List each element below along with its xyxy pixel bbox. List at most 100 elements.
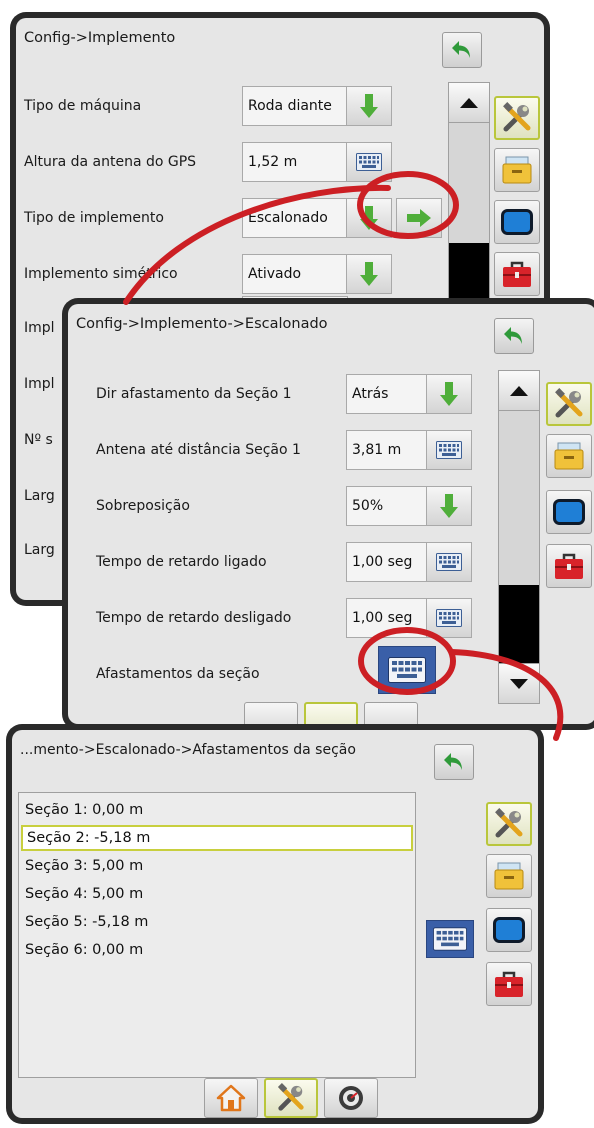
keyboard-icon — [433, 927, 467, 951]
implement-type-next-button[interactable] — [396, 198, 442, 238]
list-item-section-5[interactable]: Seção 5: -5,18 m — [21, 909, 413, 935]
tab-setup-bottom[interactable] — [304, 702, 358, 724]
staggered-config-panel: Config->Implemento->Escalonado Dir afast… — [62, 298, 594, 730]
toolbox-icon — [555, 553, 583, 579]
gps-antenna-height-value[interactable]: 1,52 m — [242, 142, 348, 182]
tab-setup[interactable] — [546, 382, 592, 426]
scrollbar[interactable] — [448, 82, 490, 332]
screen-icon — [553, 499, 585, 525]
keyboard-icon — [436, 441, 462, 459]
list-item-section-6[interactable]: Seção 6: 0,00 m — [21, 937, 413, 963]
tab-home[interactable] — [204, 1078, 258, 1118]
tab-tools[interactable] — [546, 544, 592, 588]
gauge-icon — [339, 1086, 363, 1110]
keyboard-icon — [356, 153, 382, 171]
list-item-section-2[interactable]: Seção 2: -5,18 m — [21, 825, 413, 851]
scroll-up-button[interactable] — [449, 83, 489, 123]
list-item-section-3[interactable]: Seção 3: 5,00 m — [21, 853, 413, 879]
tab-home[interactable] — [244, 702, 298, 724]
section-offset-list[interactable]: Seção 1: 0,00 m Seção 2: -5,18 m Seção 3… — [18, 792, 416, 1078]
turn-off-delay-keyboard-button[interactable] — [426, 598, 472, 638]
triangle-up-icon — [510, 385, 528, 396]
down-arrow-icon — [360, 206, 378, 230]
list-item-label: Larg — [24, 542, 55, 558]
machine-type-dropdown-button[interactable] — [346, 86, 392, 126]
page-title: Config->Implemento->Escalonado — [76, 316, 328, 332]
scrollbar[interactable] — [498, 370, 540, 704]
back-button[interactable] — [494, 318, 534, 354]
turn-off-delay-label: Tempo de retardo desligado — [96, 610, 292, 626]
section1-offset-direction-dropdown-button[interactable] — [426, 374, 472, 414]
section1-offset-direction-value[interactable]: Atrás — [346, 374, 428, 414]
data-drawer-icon — [494, 862, 524, 890]
staggered-config-screen: Config->Implemento->Escalonado Dir afast… — [68, 304, 594, 724]
antenna-to-section1-distance-value[interactable]: 3,81 m — [346, 430, 428, 470]
screen-icon — [493, 917, 525, 943]
turn-off-delay-value[interactable]: 1,00 seg — [346, 598, 428, 638]
tab-console[interactable] — [546, 490, 592, 534]
symmetric-implement-label: Implemento simétrico — [24, 266, 178, 282]
scroll-thumb[interactable] — [499, 585, 539, 663]
tab-data[interactable] — [546, 434, 592, 478]
list-item-label: Impl — [24, 376, 55, 392]
implement-type-dropdown-button[interactable] — [346, 198, 392, 238]
triangle-down-icon — [510, 678, 528, 689]
data-drawer-icon — [502, 156, 532, 184]
back-arrow-icon — [452, 41, 470, 58]
symmetric-implement-value[interactable]: Ativado — [242, 254, 348, 294]
scroll-down-button[interactable] — [499, 663, 539, 703]
list-item-section-4[interactable]: Seção 4: 5,00 m — [21, 881, 413, 907]
back-button[interactable] — [442, 32, 482, 68]
antenna-to-section1-distance-label: Antena até distância Seção 1 — [96, 442, 301, 458]
page-title: Config->Implemento — [24, 30, 176, 46]
tab-gauge[interactable] — [364, 702, 418, 724]
turn-on-delay-keyboard-button[interactable] — [426, 542, 472, 582]
turn-on-delay-value[interactable]: 1,00 seg — [346, 542, 428, 582]
screen-icon — [501, 209, 533, 235]
machine-type-value[interactable]: Roda diante — [242, 86, 348, 126]
implement-type-label: Tipo de implemento — [24, 210, 164, 226]
turn-on-delay-label: Tempo de retardo ligado — [96, 554, 267, 570]
back-arrow-icon — [444, 753, 462, 770]
overlap-label: Sobreposição — [96, 498, 190, 514]
keyboard-icon — [436, 609, 462, 627]
right-arrow-icon — [407, 209, 431, 227]
triangle-up-icon — [460, 97, 478, 108]
down-arrow-icon — [360, 94, 378, 118]
implement-type-value[interactable]: Escalonado — [242, 198, 348, 238]
tab-gauge[interactable] — [324, 1078, 378, 1118]
section-offsets-keyboard-button[interactable] — [378, 646, 436, 694]
edit-offset-keyboard-button[interactable] — [426, 920, 474, 958]
page-title: ...mento->Escalonado->Afastamentos da se… — [20, 742, 356, 758]
keyboard-icon — [436, 553, 462, 571]
overlap-dropdown-button[interactable] — [426, 486, 472, 526]
tab-tools[interactable] — [494, 252, 540, 296]
toolbox-icon — [503, 261, 531, 287]
section-offsets-panel: ...mento->Escalonado->Afastamentos da se… — [6, 724, 544, 1124]
tab-setup[interactable] — [486, 802, 532, 846]
back-button[interactable] — [434, 744, 474, 780]
tab-setup-bottom[interactable] — [264, 1078, 318, 1118]
down-arrow-icon — [440, 382, 458, 406]
tools-icon — [277, 1083, 304, 1111]
tab-console[interactable] — [494, 200, 540, 244]
tab-tools[interactable] — [486, 962, 532, 1006]
tab-console[interactable] — [486, 908, 532, 952]
list-item-label: Larg — [24, 488, 55, 504]
tools-icon — [495, 808, 523, 838]
home-icon — [216, 1084, 246, 1112]
list-item-section-1[interactable]: Seção 1: 0,00 m — [21, 797, 413, 823]
tab-data[interactable] — [494, 148, 540, 192]
antenna-to-section1-distance-keyboard-button[interactable] — [426, 430, 472, 470]
tab-data[interactable] — [486, 854, 532, 898]
tab-setup[interactable] — [494, 96, 540, 140]
down-arrow-icon — [360, 262, 378, 286]
symmetric-implement-dropdown-button[interactable] — [346, 254, 392, 294]
list-item-label: Nº s — [24, 432, 53, 448]
scroll-up-button[interactable] — [499, 371, 539, 411]
overlap-value[interactable]: 50% — [346, 486, 428, 526]
gps-antenna-height-keyboard-button[interactable] — [346, 142, 392, 182]
keyboard-icon — [388, 657, 426, 683]
toolbox-icon — [495, 971, 523, 997]
gps-antenna-height-label: Altura da antena do GPS — [24, 154, 197, 170]
